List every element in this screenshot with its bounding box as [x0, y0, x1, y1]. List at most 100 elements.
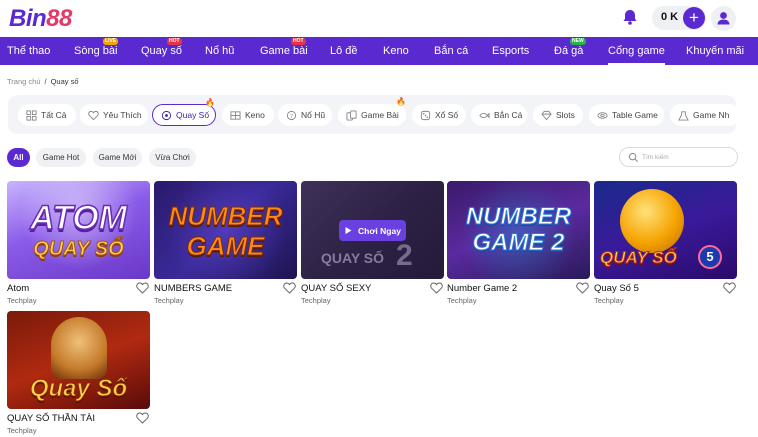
game-name: QUAY SỐ THẦN TÀI — [7, 413, 95, 424]
game-thumbnail-atom[interactable]: ATOM QUAY SỐ — [7, 181, 150, 279]
nav-khuyen-mai[interactable]: Khuyến mãi — [686, 37, 744, 65]
nav-esports[interactable]: Esports — [492, 37, 529, 65]
category-tat-ca[interactable]: Tất Cả — [18, 104, 76, 126]
category-label: Yêu Thích — [103, 110, 142, 120]
category-label: Table Game — [612, 110, 658, 120]
game-thumbnail-numbers-game[interactable]: NUMBER GAME — [154, 181, 297, 279]
thumb-title: QUAY SỐ — [600, 248, 678, 267]
breadcrumb-home[interactable]: Trang chủ — [7, 77, 41, 86]
jackpot-icon: 7 — [286, 110, 297, 120]
favorite-heart-icon[interactable] — [136, 412, 149, 424]
game-card-quay-so-than-tai[interactable]: Quay Số QUAY SỐ THẦN TÀI Techplay — [7, 311, 150, 437]
favorite-heart-icon[interactable] — [576, 282, 589, 294]
filter-game-moi[interactable]: Game Mới — [93, 148, 142, 167]
thumb-title: QUAY SỐ — [321, 250, 385, 266]
bin88-logo[interactable]: Bin 88 — [9, 5, 72, 32]
fish-icon — [479, 112, 490, 118]
logo-text-88: 88 — [46, 5, 72, 32]
category-label: Nổ Hũ — [301, 110, 326, 120]
top-header: Bin 88 0 K + — [0, 0, 758, 37]
game-thumbnail-quay-so-than-tai[interactable]: Quay Số — [7, 311, 150, 409]
category-label: Bắn Cá — [494, 110, 523, 120]
filter-game-hot[interactable]: Game Hot — [36, 148, 86, 167]
deposit-plus-button[interactable]: + — [683, 7, 705, 29]
bell-icon[interactable] — [619, 6, 641, 28]
gamepad-icon — [678, 110, 689, 121]
filter-vua-choi[interactable]: Vừa Chơi — [149, 148, 196, 167]
search-icon — [628, 152, 638, 162]
game-provider: Techplay — [7, 426, 37, 435]
category-label: Quay Số — [176, 110, 210, 120]
hot-badge: HOT — [167, 38, 182, 45]
category-slots[interactable]: Slots — [533, 104, 583, 126]
game-card-numbers-game[interactable]: NUMBER GAME NUMBERS GAME Techplay — [154, 181, 297, 309]
game-thumbnail-number-game-2[interactable]: NUMBER GAME 2 — [447, 181, 590, 279]
grid-icon — [26, 109, 37, 121]
hot-badge: HOT — [291, 38, 306, 45]
category-bar: Tất Cả Yêu Thích Quay Số 🔥 Keno 7 Nổ Hũ … — [8, 95, 736, 134]
nav-lo-de[interactable]: Lô đề — [330, 37, 358, 65]
category-game-nh[interactable]: Game Nh — [670, 104, 736, 126]
game-name: QUAY SỐ SEXY — [301, 283, 372, 294]
cards-icon — [346, 109, 357, 121]
game-thumbnail-quay-so-5[interactable]: QUAY SỐ 5 — [594, 181, 737, 279]
nav-ban-ca[interactable]: Bắn cá — [434, 37, 468, 65]
table-icon — [597, 111, 608, 119]
category-yeu-thich[interactable]: Yêu Thích — [80, 104, 148, 126]
nav-no-hu[interactable]: Nổ hũ — [205, 37, 234, 65]
game-thumbnail-quay-so-sexy[interactable]: QUAY SỐ 2 Chơi Ngay — [301, 181, 444, 279]
game-provider: Techplay — [594, 296, 624, 305]
main-nav: Thể thao Sòng bài LIVE Quay số HOT Nổ hũ… — [0, 37, 758, 65]
favorite-heart-icon[interactable] — [430, 282, 443, 294]
category-no-hu[interactable]: 7 Nổ Hũ — [278, 104, 332, 126]
category-keno[interactable]: Keno — [222, 104, 274, 126]
play-icon — [345, 227, 352, 234]
game-name: Atom — [7, 283, 30, 294]
game-card-quay-so-sexy[interactable]: QUAY SỐ 2 Chơi Ngay QUAY SỐ SEXY Techpla… — [301, 181, 444, 309]
search-input[interactable] — [642, 150, 734, 165]
game-provider: Techplay — [7, 296, 37, 305]
category-game-bai[interactable]: Game Bài 🔥 — [338, 97, 406, 126]
balance-pill[interactable]: 0 K + — [652, 6, 706, 30]
favorite-heart-icon[interactable] — [723, 282, 736, 294]
play-now-label: Chơi Ngay — [358, 225, 401, 236]
play-now-button[interactable]: Chơi Ngay — [339, 220, 406, 241]
fire-icon: 🔥 — [205, 98, 215, 107]
logo-text-bin: Bin — [9, 5, 47, 32]
game-card-quay-so-5[interactable]: QUAY SỐ 5 Quay Số 5 Techplay — [594, 181, 737, 309]
nav-keno[interactable]: Keno — [383, 37, 409, 65]
nav-cong-game[interactable]: Cổng game — [608, 37, 665, 65]
category-label: Game Nh — [693, 110, 730, 120]
dice-icon — [420, 110, 431, 120]
thumb-subtitle: QUAY SỐ — [33, 238, 124, 260]
category-quay-so[interactable]: Quay Số 🔥 — [152, 98, 216, 126]
game-card-number-game-2[interactable]: NUMBER GAME 2 Number Game 2 Techplay — [447, 181, 590, 309]
keno-icon — [230, 110, 241, 120]
heart-icon — [88, 110, 99, 120]
thumb-title: NUMBER — [465, 203, 572, 230]
game-name: Number Game 2 — [447, 283, 518, 294]
category-label: Xổ Số — [435, 110, 459, 120]
breadcrumb: Trang chủ / Quay số — [7, 77, 79, 86]
game-provider: Techplay — [154, 296, 184, 305]
category-xo-so[interactable]: Xổ Số — [412, 104, 466, 126]
thumb-subtitle: 2 — [396, 239, 413, 272]
breadcrumb-current: Quay số — [50, 77, 79, 86]
nav-the-thao[interactable]: Thể thao — [7, 37, 50, 65]
favorite-heart-icon[interactable] — [136, 282, 149, 294]
user-avatar-button[interactable] — [711, 6, 736, 31]
category-table-game[interactable]: Table Game — [589, 104, 664, 126]
filter-all[interactable]: All — [7, 148, 30, 167]
game-card-atom[interactable]: ATOM QUAY SỐ Atom Techplay — [7, 181, 150, 309]
category-label: Slots — [556, 110, 575, 120]
thumb-title: NUMBER — [168, 201, 283, 231]
lottery-icon — [161, 110, 172, 120]
search-box — [619, 147, 738, 167]
favorite-heart-icon[interactable] — [283, 282, 296, 294]
category-label: Keno — [245, 110, 265, 120]
thumb-subtitle: GAME — [186, 231, 265, 261]
fire-icon: 🔥 — [396, 97, 406, 106]
category-ban-ca[interactable]: Bắn Cá — [471, 104, 527, 126]
thumb-title: ATOM — [29, 199, 127, 237]
thumb-number-badge: 5 — [698, 245, 722, 269]
